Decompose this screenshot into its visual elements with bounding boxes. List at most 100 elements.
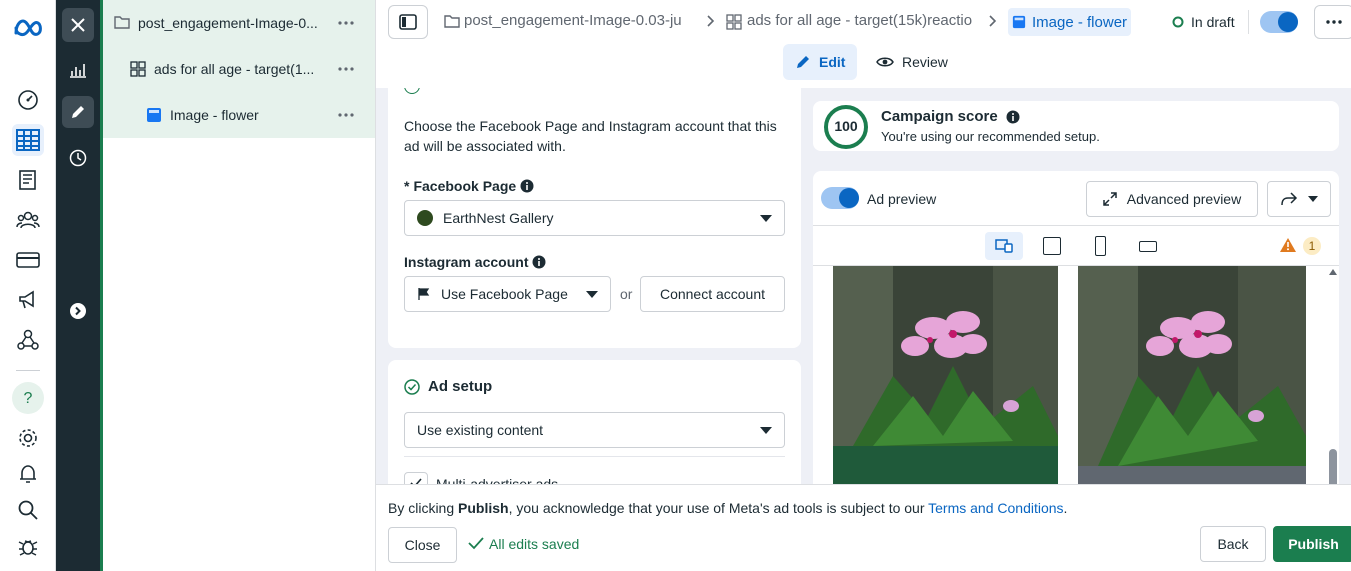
- connect-account-button[interactable]: Connect account: [640, 276, 785, 312]
- terms-link[interactable]: Terms and Conditions: [928, 500, 1063, 516]
- folder-icon: [114, 15, 130, 29]
- facebook-page-label: * Facebook Page: [404, 178, 534, 194]
- tree-item-campaign[interactable]: post_engagement-Image-0...: [100, 0, 375, 46]
- settings-gear-icon[interactable]: [12, 422, 44, 454]
- expand-chevron-icon[interactable]: [62, 295, 94, 327]
- eye-icon: [876, 57, 894, 67]
- score-ring: 100: [823, 104, 869, 150]
- business-network-icon[interactable]: [12, 324, 44, 356]
- scroll-up-arrow[interactable]: [1329, 269, 1337, 275]
- divider: [813, 225, 1339, 226]
- campaign-toggle[interactable]: [1260, 11, 1298, 33]
- tree-item-adset[interactable]: ads for all age - target(1...: [100, 46, 375, 92]
- saved-status: All edits saved: [489, 536, 580, 552]
- audiences-icon[interactable]: [12, 204, 44, 236]
- close-button[interactable]: Close: [388, 527, 457, 563]
- history-clock-icon[interactable]: [62, 142, 94, 174]
- ad-preview-card: Ad preview Advanced preview 1: [813, 171, 1339, 484]
- ad-setup-title: Ad setup: [428, 378, 493, 395]
- instagram-account-select[interactable]: Use Facebook Page: [404, 276, 611, 312]
- score-subtitle: You're using our recommended setup.: [881, 129, 1100, 144]
- divider: [404, 456, 785, 457]
- breadcrumb-ad[interactable]: Image - flower: [1008, 8, 1132, 36]
- or-text: or: [620, 286, 633, 302]
- back-button[interactable]: Back: [1200, 526, 1266, 562]
- help-icon[interactable]: ?: [12, 382, 44, 414]
- facebook-page-value: EarthNest Gallery: [443, 210, 554, 226]
- dashboard-icon[interactable]: [12, 84, 44, 116]
- square-format-icon[interactable]: [1043, 237, 1061, 255]
- close-editor-button[interactable]: [62, 8, 94, 42]
- vertical-format-icon[interactable]: [1095, 236, 1106, 256]
- breadcrumb-adset[interactable]: ads for all age - target(15k)reactio: [747, 12, 981, 29]
- ads-manager-table-icon[interactable]: [12, 124, 44, 156]
- sidebar-panel-icon: [399, 14, 417, 30]
- top-bar: post_engagement-Image-0.03-ju ads for al…: [376, 0, 1351, 44]
- publish-notice: By clicking Publish, you acknowledge tha…: [388, 500, 1067, 516]
- multi-advertiser-checkbox[interactable]: [404, 472, 428, 484]
- flag-icon: [418, 288, 430, 300]
- rail-divider: [16, 370, 40, 371]
- more-options-icon[interactable]: [337, 107, 355, 123]
- more-options-icon[interactable]: [337, 61, 355, 77]
- tab-review-label: Review: [902, 54, 948, 70]
- score-title-row: Campaign score: [881, 108, 1020, 125]
- ad-setup-value: Use existing content: [417, 422, 544, 438]
- chevron-down-icon: [586, 291, 598, 298]
- campaign-megaphone-icon[interactable]: [12, 284, 44, 316]
- tree-ad-label: Image - flower: [170, 107, 259, 123]
- info-icon: [1006, 110, 1020, 123]
- edit-pencil-icon: [797, 56, 809, 68]
- notifications-bell-icon[interactable]: [12, 458, 44, 490]
- facebook-page-select[interactable]: EarthNest Gallery: [404, 200, 785, 236]
- meta-logo-icon[interactable]: [12, 12, 44, 44]
- chevron-down-icon: [760, 427, 772, 434]
- tree-campaign-label: post_engagement-Image-0...: [138, 15, 318, 31]
- advanced-preview-button[interactable]: Advanced preview: [1086, 181, 1258, 217]
- warning-icon[interactable]: [1279, 237, 1297, 253]
- folder-icon: [444, 14, 460, 28]
- score-value: 100: [834, 118, 858, 134]
- ad-image-icon: [1012, 15, 1026, 29]
- horizontal-format-icon[interactable]: [1139, 241, 1157, 252]
- more-options-icon[interactable]: [337, 15, 355, 31]
- placement-all-button[interactable]: [985, 232, 1023, 260]
- chevron-right-icon: [706, 14, 716, 28]
- publish-button[interactable]: Publish: [1273, 526, 1351, 562]
- ad-image-icon: [146, 107, 162, 123]
- billing-card-icon[interactable]: [12, 244, 44, 276]
- instagram-account-value: Use Facebook Page: [441, 286, 568, 302]
- preview-scrollbar-thumb[interactable]: [1329, 449, 1337, 484]
- catalog-icon[interactable]: [12, 164, 44, 196]
- search-icon[interactable]: [12, 494, 44, 526]
- share-preview-button[interactable]: [1267, 181, 1331, 217]
- chevron-right-icon: [988, 14, 998, 28]
- expand-icon: [1103, 192, 1117, 206]
- check-circle-icon: [404, 379, 420, 395]
- warning-count-badge: 1: [1303, 237, 1321, 255]
- edit-pencil-icon[interactable]: [62, 96, 94, 128]
- tab-edit-label: Edit: [819, 54, 846, 70]
- more-actions-button[interactable]: [1314, 5, 1351, 39]
- ad-preview-toggle[interactable]: [821, 187, 859, 209]
- chevron-down-icon: [1308, 196, 1318, 202]
- tree-item-ad[interactable]: Image - flower: [100, 92, 375, 138]
- score-title: Campaign score: [881, 108, 998, 125]
- bug-report-icon[interactable]: [12, 530, 44, 562]
- tab-edit[interactable]: Edit: [783, 44, 858, 80]
- info-icon: [520, 179, 534, 193]
- notice-text: .: [1063, 500, 1068, 516]
- tab-review[interactable]: Review: [864, 44, 960, 80]
- preview-image-feed: [833, 266, 1058, 484]
- chevron-down-icon: [760, 215, 772, 222]
- required-marker: *: [404, 178, 410, 194]
- breadcrumb-campaign[interactable]: post_engagement-Image-0.03-ju: [464, 12, 696, 29]
- divider: [1248, 10, 1249, 34]
- draft-status-icon: [1172, 16, 1184, 28]
- breadcrumb-ad-label: Image - flower: [1032, 13, 1128, 31]
- identity-description: Choose the Facebook Page and Instagram a…: [404, 118, 777, 154]
- preview-image-story: [1078, 266, 1306, 484]
- toggle-sidebar-button[interactable]: [388, 5, 428, 39]
- ad-setup-select[interactable]: Use existing content: [404, 412, 785, 448]
- performance-chart-icon[interactable]: [62, 54, 94, 86]
